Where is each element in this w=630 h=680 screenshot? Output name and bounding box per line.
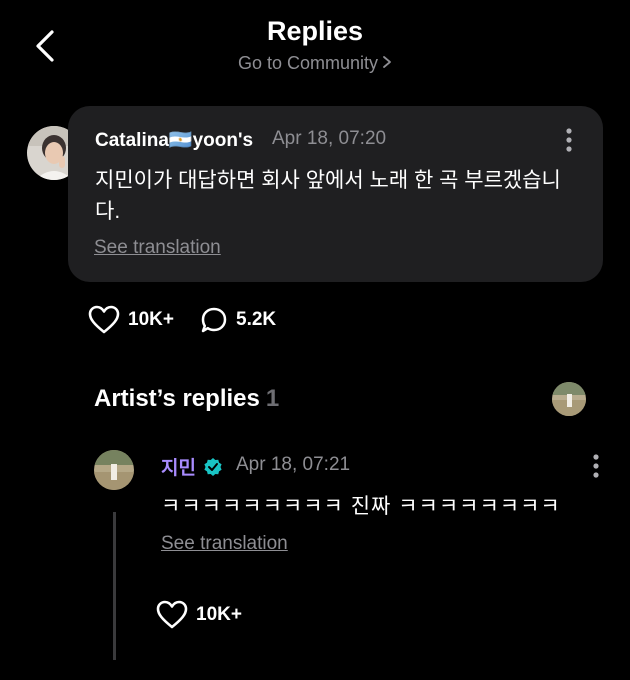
reply-like-button[interactable]: 10K+ bbox=[156, 600, 242, 630]
artist-replies-avatar[interactable] bbox=[552, 382, 586, 416]
comment-date: Apr 18, 07:20 bbox=[272, 128, 387, 149]
reply-text: ㅋㅋㅋㅋㅋㅋㅋㅋㅋ 진짜 ㅋㅋㅋㅋㅋㅋㅋㅋ bbox=[161, 495, 561, 518]
artist-name[interactable]: 지민 bbox=[161, 453, 223, 480]
heart-icon bbox=[88, 305, 120, 334]
go-to-community-label: Go to Community bbox=[237, 53, 379, 73]
artist-name-label: 지민 bbox=[161, 458, 196, 479]
comment-reply-button[interactable]: 5.2K bbox=[200, 306, 276, 334]
heart-icon bbox=[156, 600, 188, 629]
go-to-community-link[interactable]: Go to Community bbox=[0, 53, 630, 74]
reply-date: Apr 18, 07:21 bbox=[236, 454, 351, 475]
comment-more-button[interactable] bbox=[559, 126, 579, 154]
reply-see-translation[interactable]: See translation bbox=[161, 533, 288, 555]
artist-replies-heading: Artist’s replies 1 bbox=[94, 385, 279, 413]
header: Replies Go to Community bbox=[0, 0, 630, 90]
reply-more-button[interactable] bbox=[586, 452, 606, 480]
comment-like-count: 10K+ bbox=[128, 309, 174, 330]
comment-see-translation[interactable]: See translation bbox=[94, 237, 221, 259]
chevron-right-icon bbox=[382, 53, 392, 74]
more-vertical-icon bbox=[566, 128, 572, 152]
comment-text: 지민이가 대답하면 회사 앞에서 노래 한 곡 부르겠습니다. bbox=[95, 169, 561, 223]
comment-like-button[interactable]: 10K+ bbox=[88, 305, 174, 335]
artist-replies-count: 1 bbox=[265, 385, 280, 412]
page-title: Replies bbox=[266, 16, 364, 46]
reply-thread-line bbox=[113, 512, 116, 660]
comment-reply-count: 5.2K bbox=[236, 309, 277, 330]
commenter-name[interactable]: Catalina🇦🇷yoon's bbox=[95, 128, 253, 152]
verified-badge-icon bbox=[204, 458, 222, 476]
reply-like-count: 10K+ bbox=[196, 604, 242, 625]
artist-avatar[interactable] bbox=[94, 450, 134, 490]
comment-bubble-icon bbox=[201, 307, 227, 333]
artist-replies-label: Artist’s replies bbox=[94, 385, 260, 412]
more-vertical-icon bbox=[593, 454, 599, 478]
